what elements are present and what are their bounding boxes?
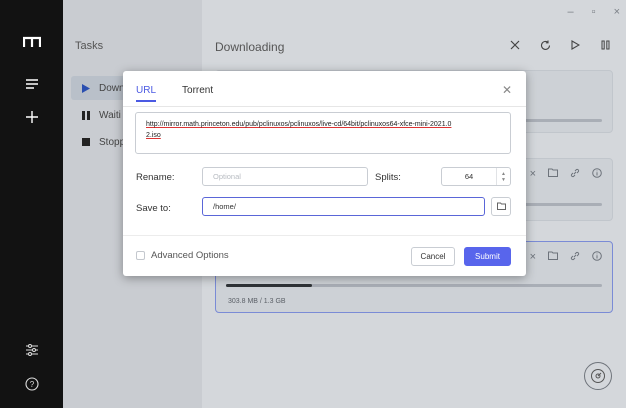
divider (123, 235, 526, 236)
folder-icon[interactable] (548, 251, 558, 264)
save-path-input[interactable]: /home/ (202, 197, 485, 216)
url-input[interactable]: http://mirror.math.princeton.edu/pub/pcl… (135, 112, 511, 154)
refresh-icon[interactable] (538, 38, 552, 52)
submit-button[interactable]: Submit (464, 247, 511, 266)
info-icon[interactable] (592, 168, 602, 181)
window-controls: – ▫ × (568, 6, 620, 18)
rename-input[interactable]: Optional (202, 167, 368, 186)
pause-icon[interactable] (598, 38, 612, 52)
checkbox-box[interactable] (136, 251, 145, 260)
browse-folder-button[interactable] (491, 197, 511, 216)
task-item-label: Waiti (99, 109, 121, 121)
url-text-line1: http://mirror.math.princeton.edu/pub/pcl… (146, 121, 452, 128)
speed-limit-button[interactable] (584, 362, 612, 390)
divider (123, 106, 526, 107)
rename-label: Rename: (136, 172, 175, 183)
cancel-button[interactable]: Cancel (411, 247, 455, 266)
task-item-label: Stopp (99, 136, 126, 148)
close-icon[interactable]: × (530, 168, 536, 181)
stepper-arrows[interactable]: ▲ ▼ (496, 168, 510, 185)
maximize-button[interactable]: ▫ (592, 6, 596, 18)
stop-icon (79, 138, 93, 146)
logo-icon (0, 36, 63, 48)
advanced-options-checkbox[interactable]: Advanced Options (136, 250, 229, 261)
splits-stepper[interactable]: 64 ▲ ▼ (441, 167, 511, 186)
advanced-options-label: Advanced Options (151, 250, 229, 261)
play-icon[interactable] (568, 38, 582, 52)
left-rail: ? (0, 0, 63, 408)
chevron-down-icon[interactable]: ▼ (501, 177, 506, 183)
add-task-dialog: URL Torrent ✕ http://mirror.math.princet… (123, 71, 526, 276)
info-icon[interactable] (592, 251, 602, 264)
download-size: 303.8 MB / 1.3 GB (228, 298, 286, 305)
progress-bar (226, 284, 602, 287)
task-actions: × (530, 168, 602, 181)
splits-label: Splits: (375, 172, 401, 183)
close-icon[interactable]: × (530, 251, 536, 264)
settings-sliders-icon[interactable] (0, 343, 63, 357)
link-icon[interactable] (570, 251, 580, 264)
task-actions: × (530, 251, 602, 264)
close-icon[interactable] (508, 38, 522, 52)
tab-torrent[interactable]: Torrent (182, 85, 213, 102)
page-title: Downloading (215, 40, 285, 54)
url-text-line2: 2.iso (146, 132, 161, 139)
minimize-button[interactable]: – (568, 6, 574, 18)
close-icon[interactable]: ✕ (502, 83, 512, 97)
plus-icon[interactable] (0, 110, 63, 124)
main-toolbar (508, 38, 612, 52)
dialog-tabs: URL Torrent (136, 85, 213, 102)
link-icon[interactable] (570, 168, 580, 181)
menu-icon[interactable] (0, 78, 63, 90)
tasks-title: Tasks (75, 40, 104, 52)
save-to-label: Save to: (136, 203, 171, 214)
help-icon[interactable]: ? (0, 377, 63, 391)
splits-value: 64 (464, 172, 474, 181)
pause-icon (79, 110, 93, 120)
play-icon (79, 83, 93, 93)
folder-icon (496, 201, 506, 213)
close-window-button[interactable]: × (614, 6, 620, 18)
tab-url[interactable]: URL (136, 85, 157, 102)
folder-icon[interactable] (548, 168, 558, 181)
svg-text:?: ? (29, 380, 34, 389)
